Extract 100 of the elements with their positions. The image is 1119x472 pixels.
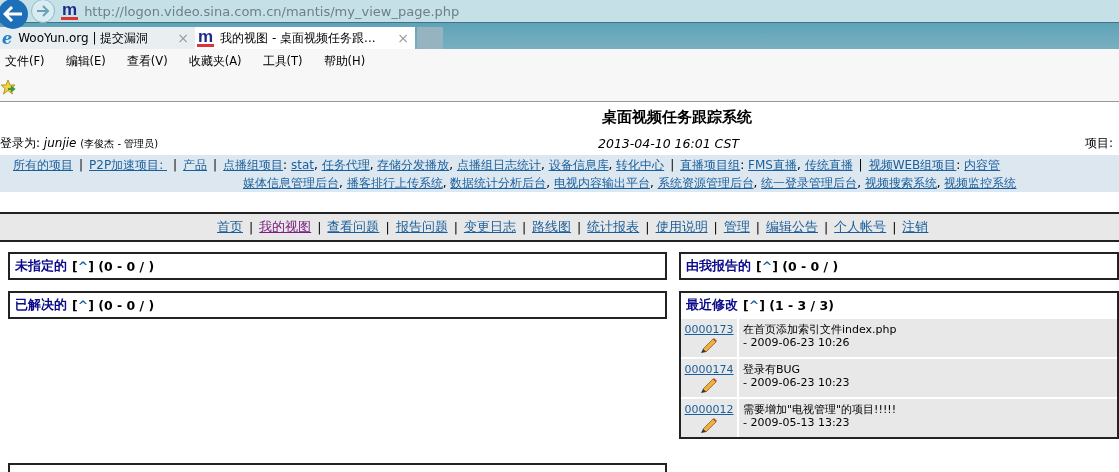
nav-link[interactable]: 首页: [217, 218, 243, 236]
nav-link[interactable]: 编辑公告: [765, 218, 818, 236]
separator: |: [79, 158, 84, 172]
issue-summary: 需要增加"电视管理"的项目!!!!!: [743, 403, 897, 416]
nav-link[interactable]: 查看问题: [327, 218, 380, 236]
issue-id-link[interactable]: 0000173: [684, 323, 734, 336]
menu-item[interactable]: 收藏夹(A): [183, 53, 248, 69]
project-link[interactable]: 所有的项目: [13, 158, 73, 172]
collapse-link[interactable]: ^: [761, 258, 773, 274]
nav-link[interactable]: 路线图: [532, 218, 572, 236]
project-link[interactable]: 点播组日志统计: [456, 158, 541, 172]
menu-item[interactable]: 工具(T): [257, 53, 309, 69]
close-icon[interactable]: ×: [397, 30, 409, 46]
panel-title: 已解决的: [15, 296, 67, 314]
panel-count: ] (0 - 0 / ): [88, 297, 155, 313]
issue-id-link[interactable]: 0000012: [684, 403, 734, 416]
separator: |: [173, 158, 178, 172]
punctuation: ,: [753, 176, 759, 190]
project-link[interactable]: 点播组项目: [223, 158, 284, 172]
pencil-icon[interactable]: [700, 417, 718, 433]
separator: |: [823, 219, 829, 235]
collapse-link[interactable]: ^: [77, 258, 89, 274]
collapse-link[interactable]: ^: [77, 297, 89, 313]
punctuation: ,: [369, 158, 375, 172]
punctuation: ,: [796, 158, 802, 172]
nav-link[interactable]: 注销: [902, 218, 929, 236]
project-link[interactable]: 媒体信息管理后台: [243, 176, 339, 190]
bracket: [: [743, 297, 749, 313]
punctuation: :: [740, 158, 746, 172]
separator: |: [858, 158, 863, 172]
bracket: [: [72, 297, 78, 313]
punctuation: ,: [649, 176, 655, 190]
project-link[interactable]: 数据统计分析后台: [450, 176, 547, 190]
project-link[interactable]: 视频监控系统: [944, 176, 1017, 190]
punctuation: ,: [339, 176, 344, 190]
project-link[interactable]: 视频搜索系统: [864, 176, 937, 190]
login-info: 登录为: junjie (李俊杰 - 管理员): [0, 134, 159, 152]
separator: |: [755, 219, 760, 235]
back-arrow-icon: [3, 6, 23, 22]
punctuation: ,: [546, 176, 552, 190]
issue-date: - 2009-06-23 10:23: [743, 376, 850, 389]
separator: |: [249, 219, 254, 235]
nav-link[interactable]: 变更日志: [463, 218, 516, 236]
project-link[interactable]: 产品: [183, 158, 208, 172]
punctuation: ,: [314, 158, 319, 172]
nav-link[interactable]: 个人帐号: [834, 218, 887, 236]
pencil-icon[interactable]: [700, 377, 718, 393]
panel-title: 最近修改: [686, 296, 738, 314]
bracket: [: [72, 258, 78, 274]
separator: |: [453, 219, 458, 235]
browser-tab[interactable]: m 我的视图 - 桌面视频任务跟... ×: [195, 27, 415, 49]
nav-link[interactable]: 使用说明: [655, 218, 708, 236]
issue-date: - 2009-05-13 13:23: [743, 416, 851, 429]
punctuation: ,: [857, 176, 863, 190]
project-link[interactable]: 播客排行上传系统: [346, 176, 443, 190]
project-link[interactable]: 传统直播: [804, 158, 853, 172]
project-link[interactable]: P2P加速项目:: [89, 158, 167, 172]
project-link[interactable]: 系统资源管理后台: [657, 176, 754, 190]
menu-item[interactable]: 文件(F): [0, 53, 51, 69]
separator: |: [385, 219, 390, 235]
page-title: 桌面视频任务跟踪系统: [601, 108, 753, 128]
panel-title: 未指定的: [15, 257, 67, 275]
pencil-icon[interactable]: [700, 337, 718, 353]
nav-link[interactable]: 我的视图: [259, 218, 312, 236]
project-link[interactable]: 设备信息库: [548, 158, 609, 172]
issue-id-link[interactable]: 0000174: [684, 363, 734, 376]
site-logo: m: [197, 29, 215, 47]
project-link[interactable]: FMS直播: [748, 158, 797, 172]
favorites-star-icon[interactable]: [0, 79, 16, 95]
project-link[interactable]: 内容管: [964, 158, 1001, 172]
project-link[interactable]: 统一登录管理后台: [761, 176, 858, 190]
menu-item[interactable]: 编辑(E): [60, 53, 112, 69]
project-link[interactable]: 任务代理: [321, 158, 370, 172]
separator: |: [713, 219, 718, 235]
browser-logo: e: [2, 28, 13, 48]
menu-item[interactable]: 帮助(H): [318, 53, 372, 69]
project-link[interactable]: 视频WEB组项目: [868, 158, 957, 172]
menu-item[interactable]: 查看(V): [121, 53, 174, 69]
separator: |: [317, 219, 322, 235]
issue-summary: 在首页添加索引文件index.php: [743, 323, 897, 336]
back-button[interactable]: [0, 0, 28, 29]
punctuation: :: [283, 158, 289, 172]
project-link[interactable]: 电视内容输出平台: [553, 176, 650, 190]
punctuation: :: [956, 158, 962, 172]
separator: |: [521, 219, 527, 235]
punctuation: ,: [540, 158, 546, 172]
nav-link[interactable]: 统计报表: [587, 218, 640, 236]
panel-title: 由我报告的: [686, 257, 751, 275]
project-link[interactable]: stat: [290, 158, 314, 172]
separator: |: [892, 219, 897, 235]
panel-count: ] (0 - 0 / ): [88, 258, 155, 274]
punctuation: ,: [608, 158, 614, 172]
project-link[interactable]: 转化中心: [616, 158, 665, 172]
forward-button[interactable]: [31, 0, 55, 23]
nav-link[interactable]: 报告问题: [395, 218, 448, 236]
collapse-link[interactable]: ^: [748, 297, 760, 313]
browser-tab[interactable]: e WooYun.org | 提交漏洞 ×: [0, 27, 195, 49]
nav-link[interactable]: 管理: [723, 218, 750, 236]
punctuation: ,: [936, 176, 942, 190]
issue-date: - 2009-06-23 10:26: [743, 336, 851, 349]
